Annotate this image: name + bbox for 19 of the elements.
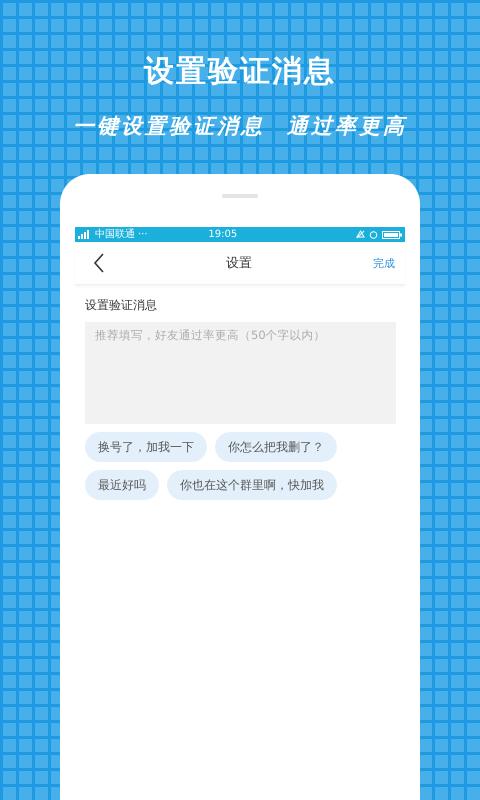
signal-icon <box>78 230 92 239</box>
mute-icon <box>356 230 365 239</box>
suggestion-chip[interactable]: 你也在这个群里啊，快加我 <box>167 470 337 500</box>
more-dots: ··· <box>138 228 148 242</box>
clock-time: 19:05 <box>208 228 238 242</box>
carrier-name: 中国联通 <box>95 228 135 242</box>
suggestion-chip[interactable]: 你怎么把我删了？ <box>215 432 337 462</box>
headline: 设置验证消息 <box>144 53 336 91</box>
done-button[interactable]: 完成 <box>373 256 395 270</box>
battery-icon <box>382 230 402 238</box>
section-label: 设置验证消息 <box>85 297 158 314</box>
message-field[interactable]: 推荐填写，好友通过率更高（50个字以内） <box>85 322 396 424</box>
suggestion-chip[interactable]: 换号了，加我一下 <box>85 432 207 462</box>
back-icon[interactable] <box>93 253 105 273</box>
page-title: 设置 <box>225 255 253 272</box>
tagline: 一键设置验证消息 <box>73 112 265 140</box>
suggestion-chip[interactable]: 最近好吗 <box>85 470 159 500</box>
alarm-icon <box>369 230 378 239</box>
tagline: 通过率更高 <box>287 112 407 140</box>
